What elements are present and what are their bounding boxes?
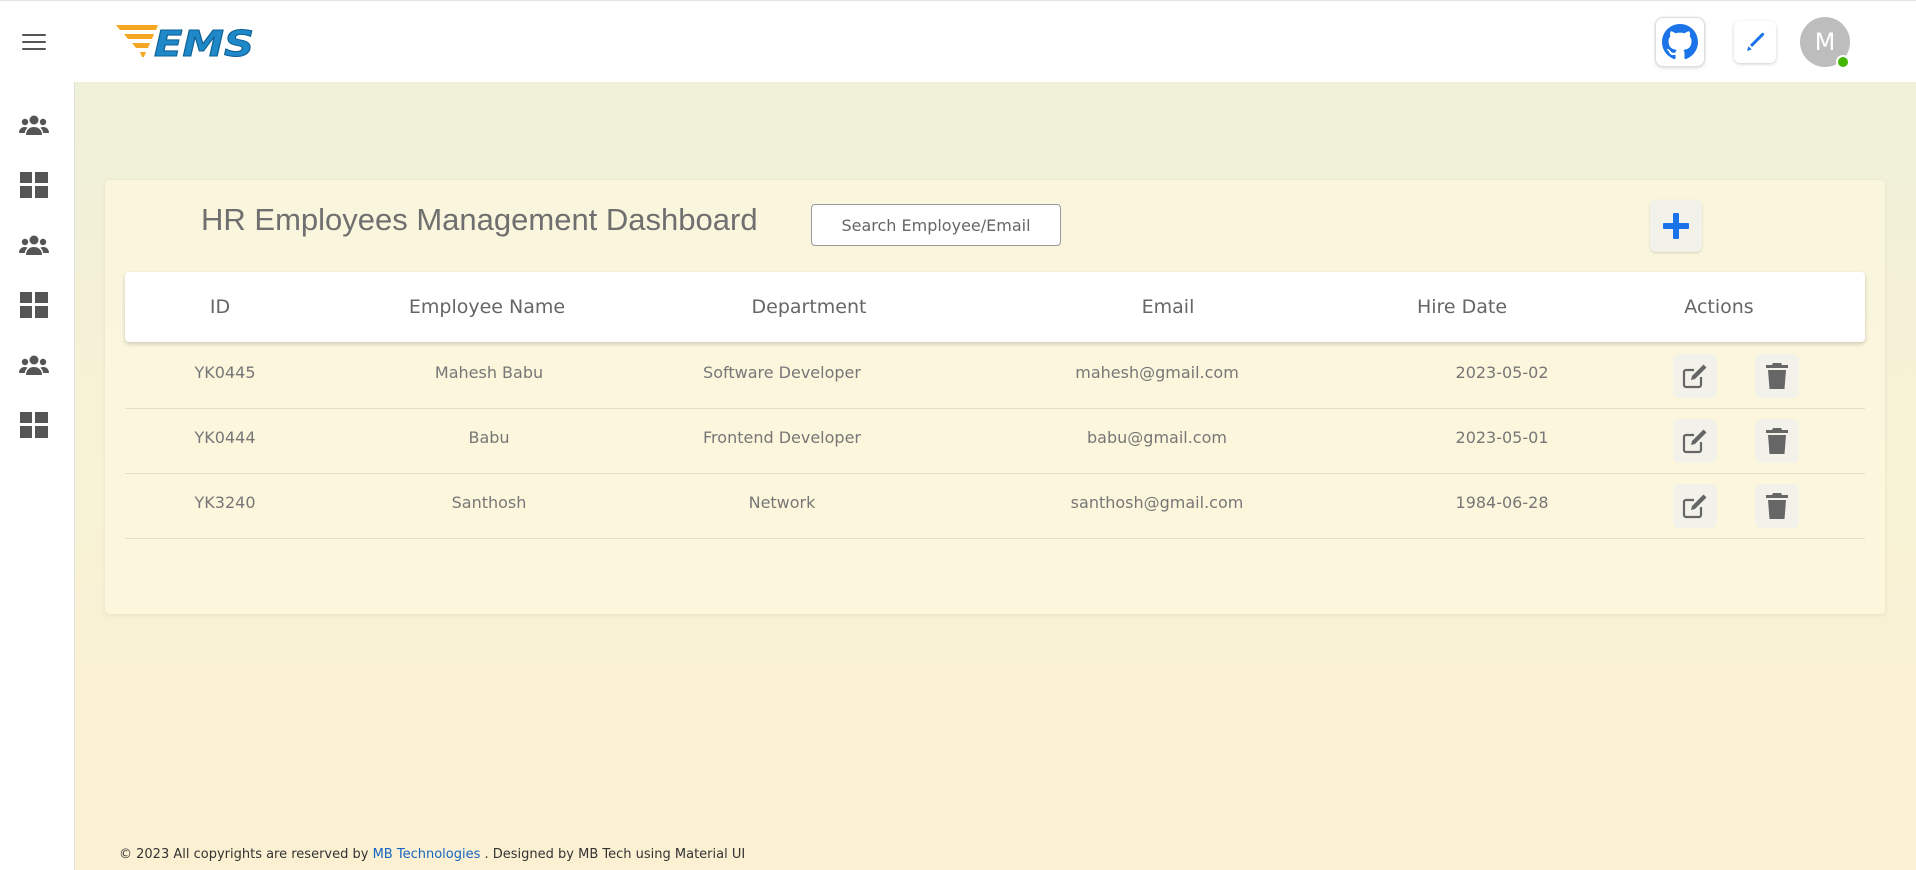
cell-department: Software Developer (703, 363, 861, 382)
cell-name: Babu (468, 428, 510, 447)
plus-icon (1663, 213, 1689, 239)
ems-logo: EMS (116, 24, 255, 63)
users-icon (19, 115, 49, 135)
sidebar-item-employees[interactable] (19, 230, 49, 260)
cell-hire-date: 2023-05-01 (1455, 428, 1549, 447)
cell-email: babu@gmail.com (1087, 428, 1227, 447)
cell-name: Santhosh (451, 493, 527, 512)
sidebar (0, 82, 75, 870)
top-app-bar: EMS M (0, 0, 1916, 82)
cell-name: Mahesh Babu (434, 363, 544, 382)
sidebar-item-dashboard[interactable] (19, 290, 49, 320)
cell-email: santhosh@gmail.com (1070, 493, 1244, 512)
delete-button[interactable] (1755, 419, 1799, 463)
cell-id: YK0445 (194, 363, 256, 382)
footer-copyright: © 2023 All copyrights are reserved by (119, 847, 369, 862)
dashboard-icon (20, 292, 48, 318)
delete-button[interactable] (1755, 354, 1799, 398)
column-header-department: Department (751, 296, 867, 318)
employees-card: HR Employees Management Dashboard ID Emp… (105, 180, 1885, 614)
column-header-employee-name: Employee Name (408, 296, 566, 318)
trash-icon (1766, 493, 1788, 519)
pen-icon (1747, 32, 1765, 51)
trash-icon (1766, 363, 1788, 389)
edit-icon (1682, 429, 1707, 454)
table-header: ID Employee Name Department Email Hire D… (125, 272, 1865, 342)
dashboard-icon (20, 172, 48, 198)
page-title: HR Employees Management Dashboard (201, 202, 758, 237)
cell-id: YK0444 (194, 428, 256, 447)
cell-hire-date: 1984-06-28 (1455, 493, 1549, 512)
footer: © 2023 All copyrights are reserved by MB… (119, 847, 745, 862)
logo-text: EMS (154, 24, 254, 63)
sidebar-item-dashboard[interactable] (19, 170, 49, 200)
github-button[interactable] (1655, 17, 1705, 67)
main-content: HR Employees Management Dashboard ID Emp… (75, 82, 1916, 870)
table-row: YK3240 Santhosh Network santhosh@gmail.c… (125, 474, 1865, 539)
table-row: YK0445 Mahesh Babu Software Developer ma… (125, 344, 1865, 409)
cell-email: mahesh@gmail.com (1075, 363, 1239, 382)
online-status-badge (1836, 55, 1850, 69)
edit-button[interactable] (1673, 484, 1717, 528)
footer-credit: . Designed by MB Tech using Material UI (484, 847, 746, 862)
footer-company-link[interactable]: MB Technologies (373, 847, 481, 862)
cell-id: YK3240 (194, 493, 256, 512)
delete-button[interactable] (1755, 484, 1799, 528)
edit-icon (1682, 494, 1707, 519)
users-icon (19, 355, 49, 375)
column-header-email: Email (1141, 296, 1195, 318)
edit-icon (1682, 364, 1707, 389)
menu-icon[interactable] (20, 29, 48, 55)
sidebar-item-dashboard[interactable] (19, 410, 49, 440)
column-header-id: ID (209, 296, 231, 318)
search-input[interactable] (811, 204, 1061, 246)
column-header-hire-date: Hire Date (1416, 296, 1508, 318)
edit-button[interactable] (1673, 354, 1717, 398)
cell-department: Frontend Developer (703, 428, 861, 447)
trash-icon (1766, 428, 1788, 454)
sidebar-item-employees[interactable] (19, 110, 49, 140)
edit-theme-button[interactable] (1734, 21, 1776, 63)
add-employee-button[interactable] (1650, 200, 1702, 252)
github-icon (1662, 24, 1698, 60)
cell-hire-date: 2023-05-02 (1455, 363, 1549, 382)
table-row: YK0444 Babu Frontend Developer babu@gmai… (125, 409, 1865, 474)
cell-department: Network (748, 493, 816, 512)
sidebar-item-employees[interactable] (19, 350, 49, 380)
users-icon (19, 235, 49, 255)
edit-button[interactable] (1673, 419, 1717, 463)
dashboard-icon (20, 412, 48, 438)
column-header-actions: Actions (1684, 296, 1754, 318)
